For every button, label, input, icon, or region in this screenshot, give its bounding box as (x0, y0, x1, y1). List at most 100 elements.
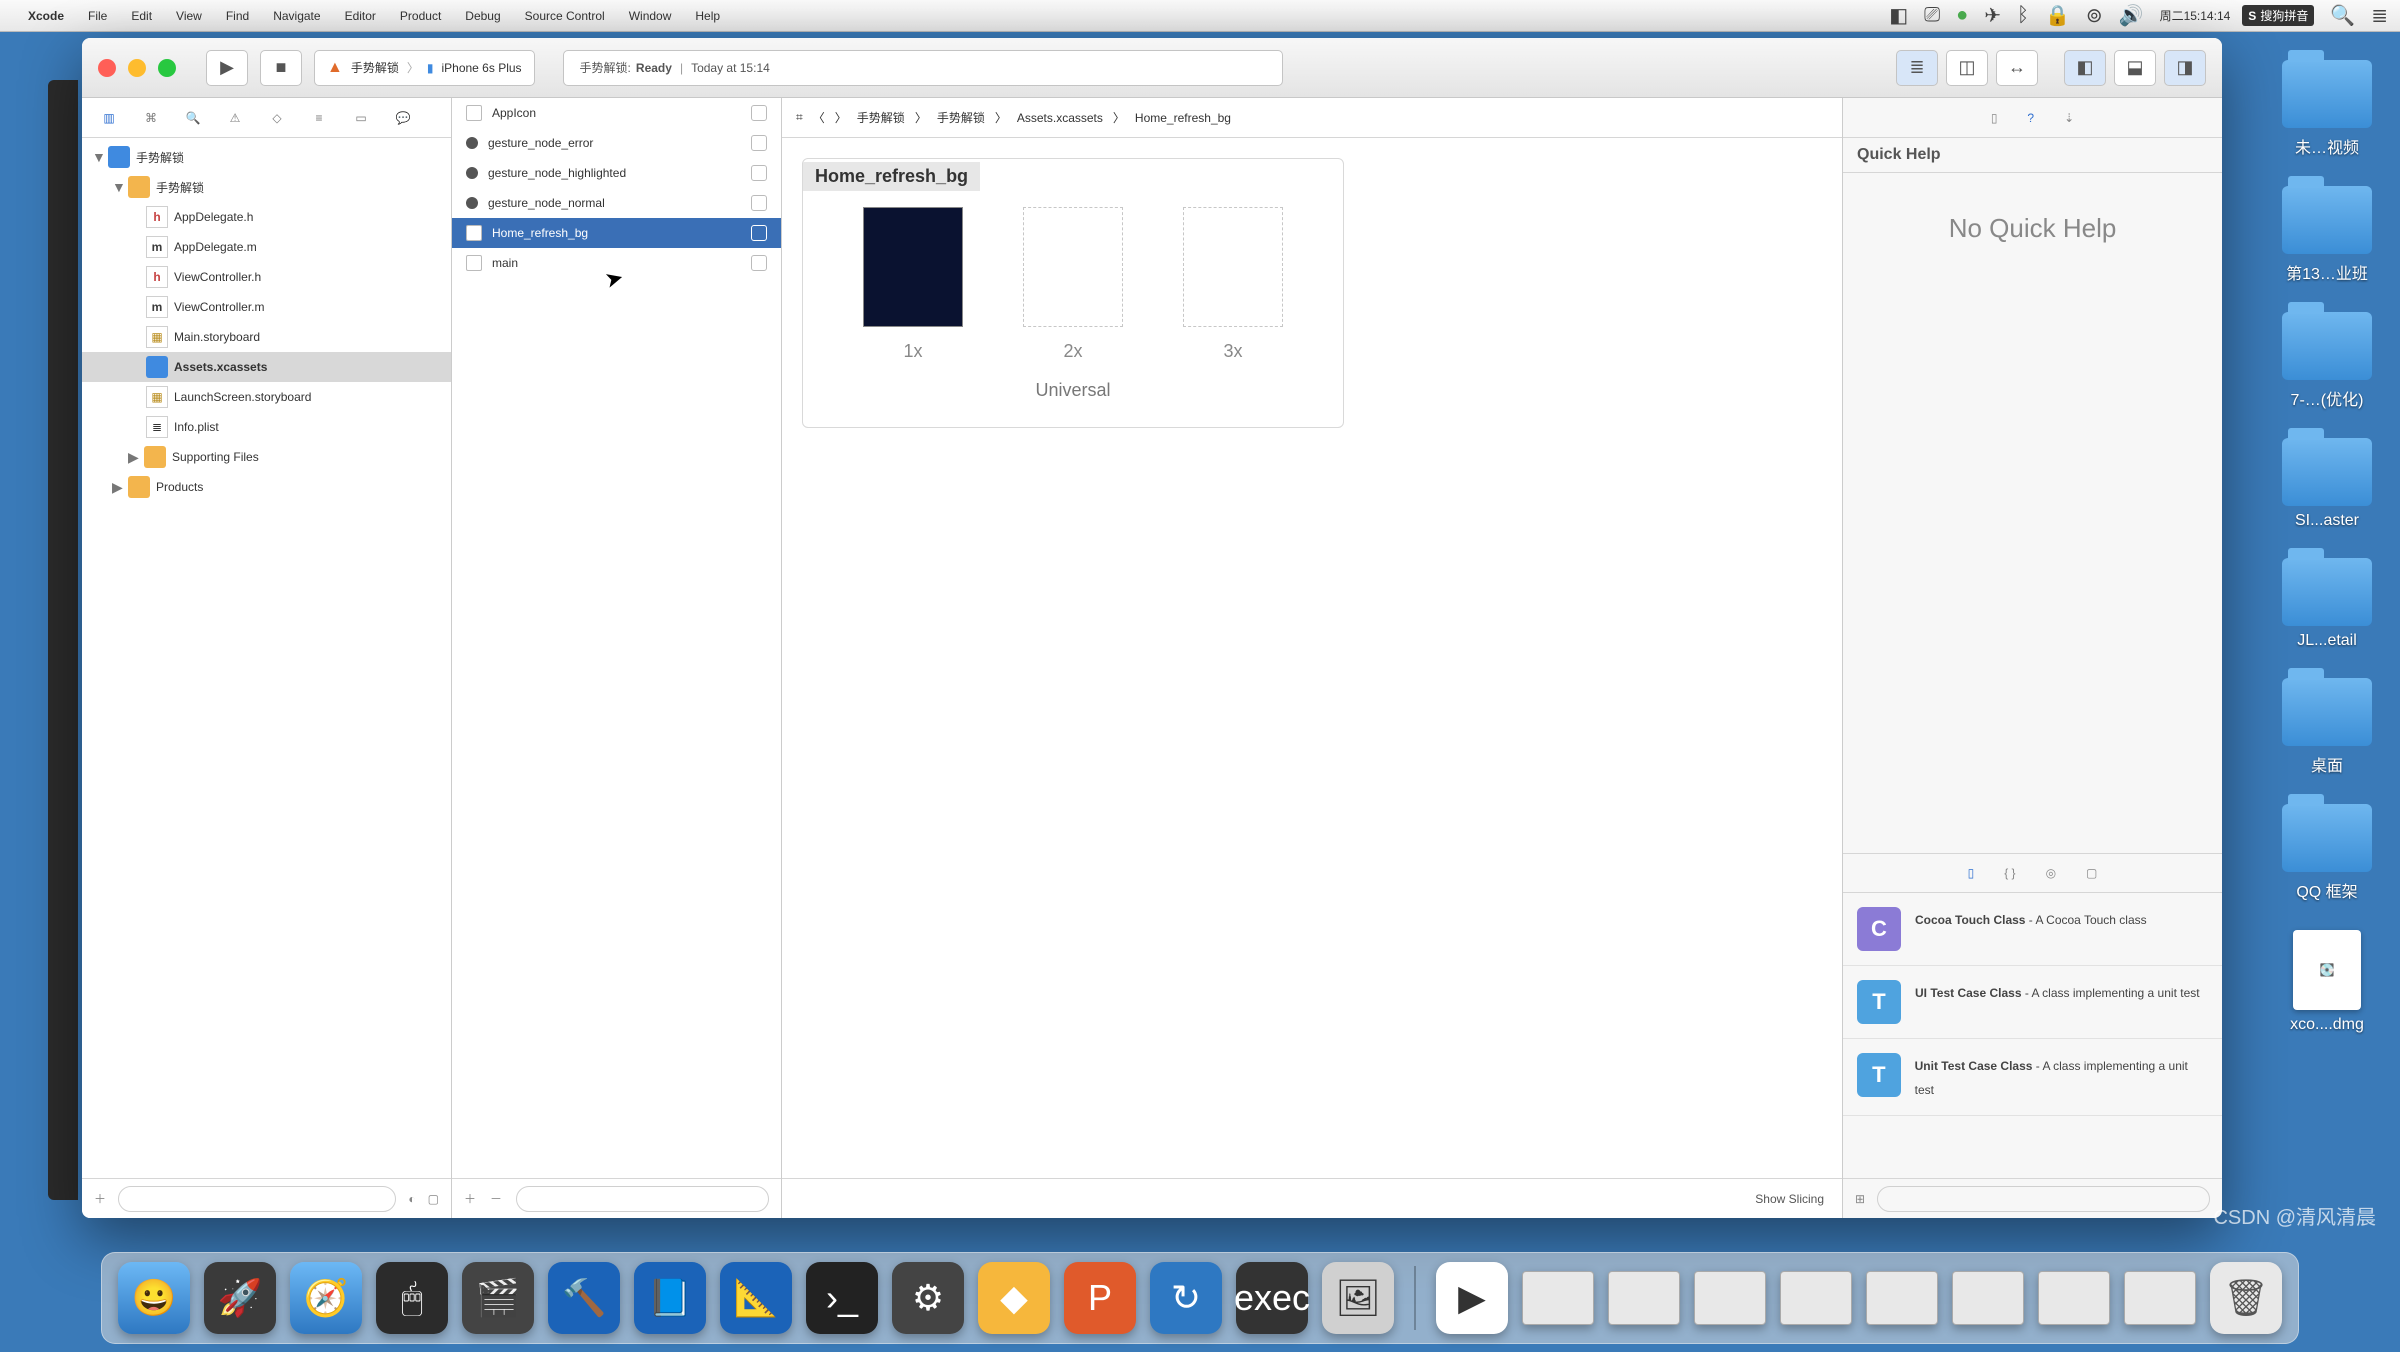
scheme-selector[interactable]: ▲ 手势解锁 〉 ▮ iPhone 6s Plus (314, 50, 535, 86)
image-slot-2x[interactable]: 2x (1023, 207, 1123, 362)
file-row[interactable]: mViewController.m (82, 292, 451, 322)
menu-window[interactable]: Window (629, 9, 672, 23)
status-sync-icon[interactable]: ● (1956, 4, 1968, 27)
remove-asset-button[interactable]: － (490, 1190, 502, 1207)
dock-minimized-window[interactable] (1952, 1271, 2024, 1325)
asset-row-selected[interactable]: Home_refresh_bg (452, 218, 781, 248)
toggle-navigator-button[interactable]: ◧ (2064, 50, 2106, 86)
desktop-folder[interactable]: SI...aster (2282, 438, 2372, 530)
library-filter-input[interactable] (1877, 1186, 2210, 1212)
dock-minimized-window[interactable] (1780, 1271, 1852, 1325)
stop-button[interactable]: ■ (260, 50, 302, 86)
file-row[interactable]: ▦Main.storyboard (82, 322, 451, 352)
menu-product[interactable]: Product (400, 9, 441, 23)
version-editor-button[interactable]: ↔ (1996, 50, 2038, 86)
dock-mouse-icon[interactable]: 🖱 (376, 1262, 448, 1334)
status-bluetooth-icon[interactable]: ᛒ (2017, 4, 2029, 27)
file-inspector-tab-icon[interactable]: ▯ (1991, 111, 1998, 125)
recent-filter-icon[interactable]: ◐ (408, 1192, 415, 1206)
file-template-library-icon[interactable]: ▯ (1968, 866, 1975, 880)
assistant-editor-button[interactable]: ◫ (1946, 50, 1988, 86)
dock-terminal-icon[interactable]: ›_ (806, 1262, 878, 1334)
notification-center-icon[interactable]: ≣ (2371, 3, 2388, 28)
dock-minimized-window[interactable] (2038, 1271, 2110, 1325)
library-item[interactable]: C Cocoa Touch Class - A Cocoa Touch clas… (1843, 893, 2222, 966)
dock-launchpad-icon[interactable]: 🚀 (204, 1262, 276, 1334)
find-navigator-tab-icon[interactable]: 🔍 (182, 107, 204, 129)
file-row[interactable]: hViewController.h (82, 262, 451, 292)
dock-minimized-window[interactable] (1522, 1271, 1594, 1325)
status-volume-icon[interactable]: 🔊 (2119, 3, 2144, 28)
asset-row[interactable]: gesture_node_error (452, 128, 781, 158)
breakpoint-navigator-tab-icon[interactable]: ▭ (350, 107, 372, 129)
related-items-icon[interactable]: ⌗ (796, 110, 803, 125)
dock-trash-icon[interactable]: 🗑 (2210, 1262, 2282, 1334)
app-name[interactable]: Xcode (28, 9, 64, 23)
status-lock-icon[interactable]: 🔒 (2045, 3, 2070, 28)
asset-row[interactable]: gesture_node_highlighted (452, 158, 781, 188)
dock-app-icon[interactable]: 📐 (720, 1262, 792, 1334)
minimize-window-button[interactable] (128, 59, 146, 77)
products-group[interactable]: ▶Products (82, 472, 451, 502)
dock-imovie-icon[interactable]: 🎬 (462, 1262, 534, 1334)
identity-inspector-tab-icon[interactable]: ⇣ (2064, 111, 2074, 125)
file-row-selected[interactable]: Assets.xcassets (82, 352, 451, 382)
close-window-button[interactable] (98, 59, 116, 77)
asset-row[interactable]: gesture_node_normal (452, 188, 781, 218)
add-asset-button[interactable]: ＋ (464, 1190, 476, 1207)
toggle-utilities-button[interactable]: ◨ (2164, 50, 2206, 86)
status-screen-icon[interactable]: ⎚ (1924, 4, 1940, 27)
jump-bar[interactable]: ⌗ 〈 〉 手势解锁 〉 手势解锁 〉 Assets.xcassets 〉 Ho… (782, 98, 1842, 138)
menu-editor[interactable]: Editor (345, 9, 376, 23)
media-library-icon[interactable]: ▢ (2086, 866, 2097, 880)
menu-find[interactable]: Find (226, 9, 249, 23)
dock-app-icon[interactable]: exec (1236, 1262, 1308, 1334)
library-item[interactable]: T UI Test Case Class - A class implement… (1843, 966, 2222, 1039)
file-row[interactable]: mAppDelegate.m (82, 232, 451, 262)
desktop-folder[interactable]: QQ 框架 (2282, 804, 2372, 902)
back-button[interactable]: 〈 (813, 109, 825, 126)
desktop-folder[interactable]: 桌面 (2282, 678, 2372, 776)
symbol-navigator-tab-icon[interactable]: ⌘ (140, 107, 162, 129)
dock-minimized-window[interactable] (1694, 1271, 1766, 1325)
dock-media-icon[interactable]: ▶ (1436, 1262, 1508, 1334)
quick-help-tab-icon[interactable]: ? (2027, 111, 2034, 125)
show-slicing-button[interactable]: Show Slicing (1755, 1192, 1824, 1206)
object-library-icon[interactable]: ◎ (2046, 866, 2056, 880)
menu-file[interactable]: File (88, 9, 107, 23)
code-snippet-library-icon[interactable]: { } (2004, 866, 2015, 880)
dock-minimized-window[interactable] (1866, 1271, 1938, 1325)
add-button[interactable]: ＋ (94, 1190, 106, 1207)
dock-minimized-window[interactable] (1608, 1271, 1680, 1325)
run-button[interactable]: ▶ (206, 50, 248, 86)
status-airplane-icon[interactable]: ✈ (1984, 3, 2001, 28)
desktop-folder[interactable]: 第13…业班 (2282, 186, 2372, 284)
project-navigator-tab-icon[interactable]: ▥ (98, 107, 120, 129)
test-navigator-tab-icon[interactable]: ◇ (266, 107, 288, 129)
scm-filter-icon[interactable]: ▢ (428, 1192, 439, 1206)
file-row[interactable]: hAppDelegate.h (82, 202, 451, 232)
desktop-folder[interactable]: JL...etail (2282, 558, 2372, 650)
desktop-dmg[interactable]: 💽xco....dmg (2290, 930, 2364, 1034)
navigator-filter-input[interactable] (118, 1186, 396, 1212)
dock-settings-icon[interactable]: ⚙ (892, 1262, 964, 1334)
menu-help[interactable]: Help (695, 9, 720, 23)
dock-app-icon[interactable]: ↻ (1150, 1262, 1222, 1334)
image-slot-3x[interactable]: 3x (1183, 207, 1283, 362)
asset-row[interactable]: main (452, 248, 781, 278)
menubar-clock[interactable]: 周二15:14:14 (2160, 7, 2231, 24)
asset-filter-input[interactable] (516, 1186, 769, 1212)
menu-view[interactable]: View (176, 9, 202, 23)
status-record-icon[interactable]: ◧ (1889, 3, 1908, 28)
status-wifi-icon[interactable]: ⊚ (2086, 3, 2103, 28)
dock-sketch-icon[interactable]: ◆ (978, 1262, 1050, 1334)
menu-edit[interactable]: Edit (131, 9, 152, 23)
image-slot-1x[interactable]: 1x (863, 207, 963, 362)
file-row[interactable]: ≣Info.plist (82, 412, 451, 442)
asset-row[interactable]: AppIcon (452, 98, 781, 128)
standard-editor-button[interactable]: ≣ (1896, 50, 1938, 86)
project-root[interactable]: ▼手势解锁 (82, 142, 451, 172)
dock-preview-icon[interactable]: 🖼 (1322, 1262, 1394, 1334)
library-item[interactable]: T Unit Test Case Class - A class impleme… (1843, 1039, 2222, 1116)
forward-button[interactable]: 〉 (835, 109, 847, 126)
